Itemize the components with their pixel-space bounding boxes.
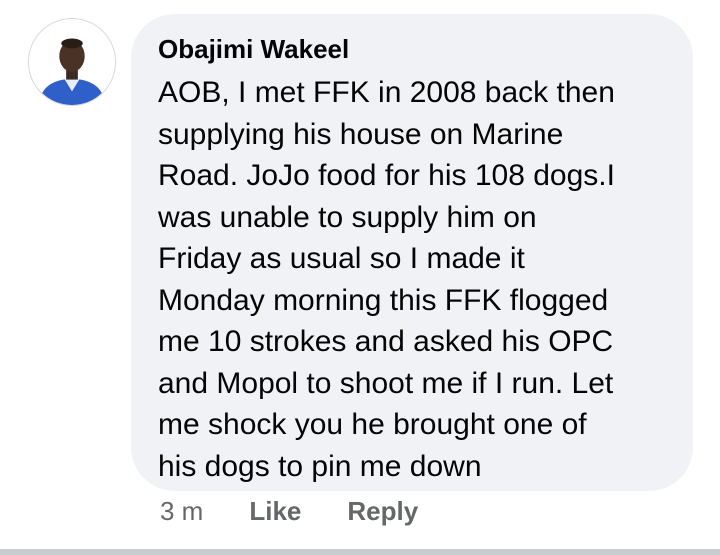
comment-text-line: Monday morning this FFK flogged <box>158 283 609 317</box>
comment-actions: 3 m Like Reply <box>160 492 418 530</box>
comment-text-line: Road. JoJo food for his 108 dogs.I <box>158 159 615 192</box>
comment-text-line: supplying his house on Marine <box>158 117 564 151</box>
comment-text-line: me shock you he brought one of <box>158 408 587 441</box>
comment-timestamp[interactable]: 3 m <box>160 496 203 527</box>
comment-text-line: Friday as usual so I made it <box>158 242 525 275</box>
comment-text-line: his dogs to pin me down <box>158 449 482 483</box>
comment-body: AOB, I met FFK in 2008 back then supplyi… <box>158 72 663 487</box>
bottom-divider <box>0 549 720 555</box>
like-button[interactable]: Like <box>249 496 301 527</box>
profile-photo-icon <box>29 19 115 105</box>
comment-text-line: was unable to supply him on <box>158 200 537 234</box>
comment-text-line: and Mopol to shoot me if I run. Let <box>158 366 614 400</box>
comment-text-line: me 10 strokes and asked his OPC <box>158 325 614 358</box>
comment-avatar[interactable] <box>28 18 116 106</box>
reply-button[interactable]: Reply <box>347 496 418 527</box>
comment-bubble: Obajimi Wakeel AOB, I met FFK in 2008 ba… <box>131 14 693 491</box>
comment-author-name[interactable]: Obajimi Wakeel <box>158 34 349 65</box>
comment-text-line: AOB, I met FFK in 2008 back then <box>158 76 615 109</box>
